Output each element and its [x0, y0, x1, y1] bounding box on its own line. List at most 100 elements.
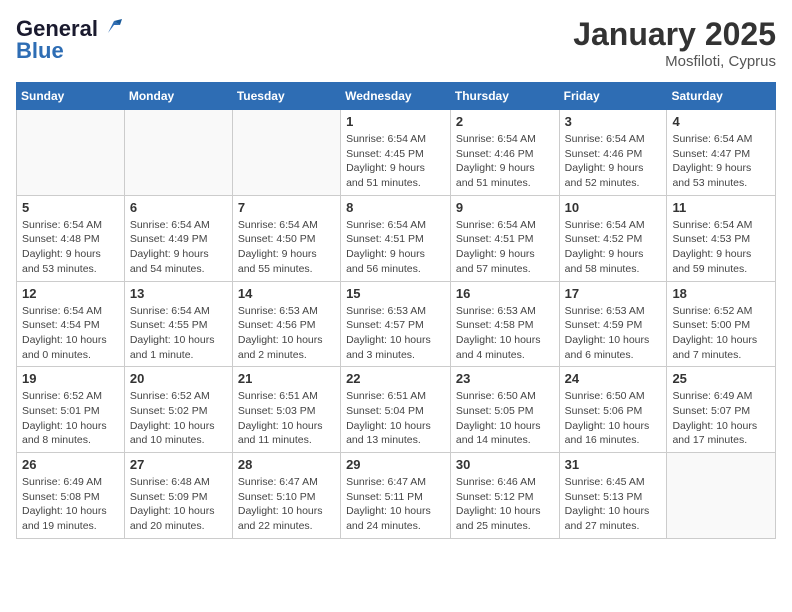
day-number: 21	[238, 371, 335, 386]
day-info: Sunrise: 6:46 AMSunset: 5:12 PMDaylight:…	[456, 475, 554, 534]
calendar-header-thursday: Thursday	[450, 83, 559, 110]
day-number: 5	[22, 200, 119, 215]
month-title: January 2025	[573, 16, 776, 53]
day-info: Sunrise: 6:54 AMSunset: 4:46 PMDaylight:…	[456, 132, 554, 191]
day-info: Sunrise: 6:54 AMSunset: 4:51 PMDaylight:…	[346, 218, 445, 277]
day-number: 25	[672, 371, 770, 386]
calendar-cell: 18 Sunrise: 6:52 AMSunset: 5:00 PMDayligh…	[667, 281, 776, 367]
calendar-cell: 13Sunrise: 6:54 AMSunset: 4:55 PMDayligh…	[124, 281, 232, 367]
day-number: 23	[456, 371, 554, 386]
title-area: January 2025 Mosfiloti, Cyprus	[573, 16, 776, 70]
calendar-cell: 1Sunrise: 6:54 AMSunset: 4:45 PMDaylight…	[341, 110, 451, 196]
calendar-cell: 22 Sunrise: 6:51 AMSunset: 5:04 PMDayligh…	[341, 367, 451, 453]
day-info: Sunrise: 6:54 AMSunset: 4:52 PMDaylight:…	[565, 218, 662, 277]
calendar-cell: 10Sunrise: 6:54 AMSunset: 4:52 PMDayligh…	[559, 195, 667, 281]
day-info: Sunrise: 6:52 AMSunset: 5:00 PMDaylight:…	[672, 304, 770, 363]
day-info: Sunrise: 6:49 AMSunset: 5:07 PMDaylight:…	[672, 389, 770, 448]
day-info: Sunrise: 6:54 AMSunset: 4:47 PMDaylight:…	[672, 132, 770, 191]
day-number: 11	[672, 200, 770, 215]
day-number: 24	[565, 371, 662, 386]
calendar-cell: 29 Sunrise: 6:47 AMSunset: 5:11 PMDayligh…	[341, 453, 451, 539]
calendar-cell: 25 Sunrise: 6:49 AMSunset: 5:07 PMDayligh…	[667, 367, 776, 453]
day-info: Sunrise: 6:50 AMSunset: 5:06 PMDaylight:…	[565, 389, 662, 448]
day-number: 2	[456, 114, 554, 129]
day-info: Sunrise: 6:54 AMSunset: 4:49 PMDaylight:…	[130, 218, 227, 277]
day-info: Sunrise: 6:54 AMSunset: 4:53 PMDaylight:…	[672, 218, 770, 277]
calendar-cell: 17 Sunrise: 6:53 AMSunset: 4:59 PMDayligh…	[559, 281, 667, 367]
logo: General Blue	[16, 16, 122, 64]
day-info: Sunrise: 6:53 AMSunset: 4:58 PMDaylight:…	[456, 304, 554, 363]
day-number: 1	[346, 114, 445, 129]
day-number: 20	[130, 371, 227, 386]
calendar-cell: 12 Sunrise: 6:54 AMSunset: 4:54 PMDayligh…	[17, 281, 125, 367]
day-info: Sunrise: 6:47 AMSunset: 5:11 PMDaylight:…	[346, 475, 445, 534]
day-info: Sunrise: 6:47 AMSunset: 5:10 PMDaylight:…	[238, 475, 335, 534]
calendar-cell: 21Sunrise: 6:51 AMSunset: 5:03 PMDayligh…	[232, 367, 340, 453]
calendar-cell: 9Sunrise: 6:54 AMSunset: 4:51 PMDaylight…	[450, 195, 559, 281]
week-row-2: 5 Sunrise: 6:54 AMSunset: 4:48 PMDaylight…	[17, 195, 776, 281]
day-number: 18	[672, 286, 770, 301]
day-number: 31	[565, 457, 662, 472]
calendar-cell: 15 Sunrise: 6:53 AMSunset: 4:57 PMDayligh…	[341, 281, 451, 367]
day-number: 27	[130, 457, 227, 472]
day-number: 28	[238, 457, 335, 472]
calendar-cell	[17, 110, 125, 196]
week-row-1: 1Sunrise: 6:54 AMSunset: 4:45 PMDaylight…	[17, 110, 776, 196]
day-number: 8	[346, 200, 445, 215]
day-number: 14	[238, 286, 335, 301]
day-number: 12	[22, 286, 119, 301]
calendar-cell: 20 Sunrise: 6:52 AMSunset: 5:02 PMDayligh…	[124, 367, 232, 453]
day-number: 3	[565, 114, 662, 129]
calendar-cell	[232, 110, 340, 196]
day-info: Sunrise: 6:54 AMSunset: 4:48 PMDaylight:…	[22, 218, 119, 277]
calendar-header-sunday: Sunday	[17, 83, 125, 110]
location: Mosfiloti, Cyprus	[573, 53, 776, 70]
week-row-4: 19Sunrise: 6:52 AMSunset: 5:01 PMDayligh…	[17, 367, 776, 453]
calendar-body: 1Sunrise: 6:54 AMSunset: 4:45 PMDaylight…	[17, 110, 776, 539]
calendar-cell: 5 Sunrise: 6:54 AMSunset: 4:48 PMDaylight…	[17, 195, 125, 281]
day-info: Sunrise: 6:51 AMSunset: 5:04 PMDaylight:…	[346, 389, 445, 448]
day-number: 17	[565, 286, 662, 301]
day-info: Sunrise: 6:45 AMSunset: 5:13 PMDaylight:…	[565, 475, 662, 534]
day-info: Sunrise: 6:49 AMSunset: 5:08 PMDaylight:…	[22, 475, 119, 534]
calendar-cell: 27 Sunrise: 6:48 AMSunset: 5:09 PMDayligh…	[124, 453, 232, 539]
calendar-cell: 26 Sunrise: 6:49 AMSunset: 5:08 PMDayligh…	[17, 453, 125, 539]
day-number: 30	[456, 457, 554, 472]
calendar-cell: 30 Sunrise: 6:46 AMSunset: 5:12 PMDayligh…	[450, 453, 559, 539]
day-info: Sunrise: 6:48 AMSunset: 5:09 PMDaylight:…	[130, 475, 227, 534]
day-number: 29	[346, 457, 445, 472]
day-info: Sunrise: 6:52 AMSunset: 5:01 PMDaylight:…	[22, 389, 119, 448]
calendar-cell: 19Sunrise: 6:52 AMSunset: 5:01 PMDayligh…	[17, 367, 125, 453]
calendar-cell: 8 Sunrise: 6:54 AMSunset: 4:51 PMDaylight…	[341, 195, 451, 281]
day-number: 22	[346, 371, 445, 386]
day-number: 26	[22, 457, 119, 472]
calendar-header-wednesday: Wednesday	[341, 83, 451, 110]
calendar-cell: 14 Sunrise: 6:53 AMSunset: 4:56 PMDayligh…	[232, 281, 340, 367]
calendar-header-monday: Monday	[124, 83, 232, 110]
day-number: 15	[346, 286, 445, 301]
page-header: General Blue January 2025 Mosfiloti, Cyp…	[16, 16, 776, 70]
calendar-cell: 2 Sunrise: 6:54 AMSunset: 4:46 PMDaylight…	[450, 110, 559, 196]
calendar-cell: 4Sunrise: 6:54 AMSunset: 4:47 PMDaylight…	[667, 110, 776, 196]
calendar-table: SundayMondayTuesdayWednesdayThursdayFrid…	[16, 82, 776, 539]
day-info: Sunrise: 6:54 AMSunset: 4:50 PMDaylight:…	[238, 218, 335, 277]
calendar-cell: 24 Sunrise: 6:50 AMSunset: 5:06 PMDayligh…	[559, 367, 667, 453]
calendar-cell: 16Sunrise: 6:53 AMSunset: 4:58 PMDayligh…	[450, 281, 559, 367]
calendar-cell: 7 Sunrise: 6:54 AMSunset: 4:50 PMDaylight…	[232, 195, 340, 281]
day-number: 7	[238, 200, 335, 215]
day-info: Sunrise: 6:53 AMSunset: 4:59 PMDaylight:…	[565, 304, 662, 363]
day-info: Sunrise: 6:54 AMSunset: 4:55 PMDaylight:…	[130, 304, 227, 363]
week-row-3: 12 Sunrise: 6:54 AMSunset: 4:54 PMDayligh…	[17, 281, 776, 367]
week-row-5: 26 Sunrise: 6:49 AMSunset: 5:08 PMDayligh…	[17, 453, 776, 539]
calendar-cell: 28 Sunrise: 6:47 AMSunset: 5:10 PMDayligh…	[232, 453, 340, 539]
day-info: Sunrise: 6:52 AMSunset: 5:02 PMDaylight:…	[130, 389, 227, 448]
calendar-cell: 23Sunrise: 6:50 AMSunset: 5:05 PMDayligh…	[450, 367, 559, 453]
calendar-cell: 31 Sunrise: 6:45 AMSunset: 5:13 PMDayligh…	[559, 453, 667, 539]
day-info: Sunrise: 6:54 AMSunset: 4:51 PMDaylight:…	[456, 218, 554, 277]
calendar-header-friday: Friday	[559, 83, 667, 110]
day-info: Sunrise: 6:53 AMSunset: 4:56 PMDaylight:…	[238, 304, 335, 363]
calendar-header-tuesday: Tuesday	[232, 83, 340, 110]
day-info: Sunrise: 6:53 AMSunset: 4:57 PMDaylight:…	[346, 304, 445, 363]
calendar-cell: 3Sunrise: 6:54 AMSunset: 4:46 PMDaylight…	[559, 110, 667, 196]
day-info: Sunrise: 6:54 AMSunset: 4:54 PMDaylight:…	[22, 304, 119, 363]
